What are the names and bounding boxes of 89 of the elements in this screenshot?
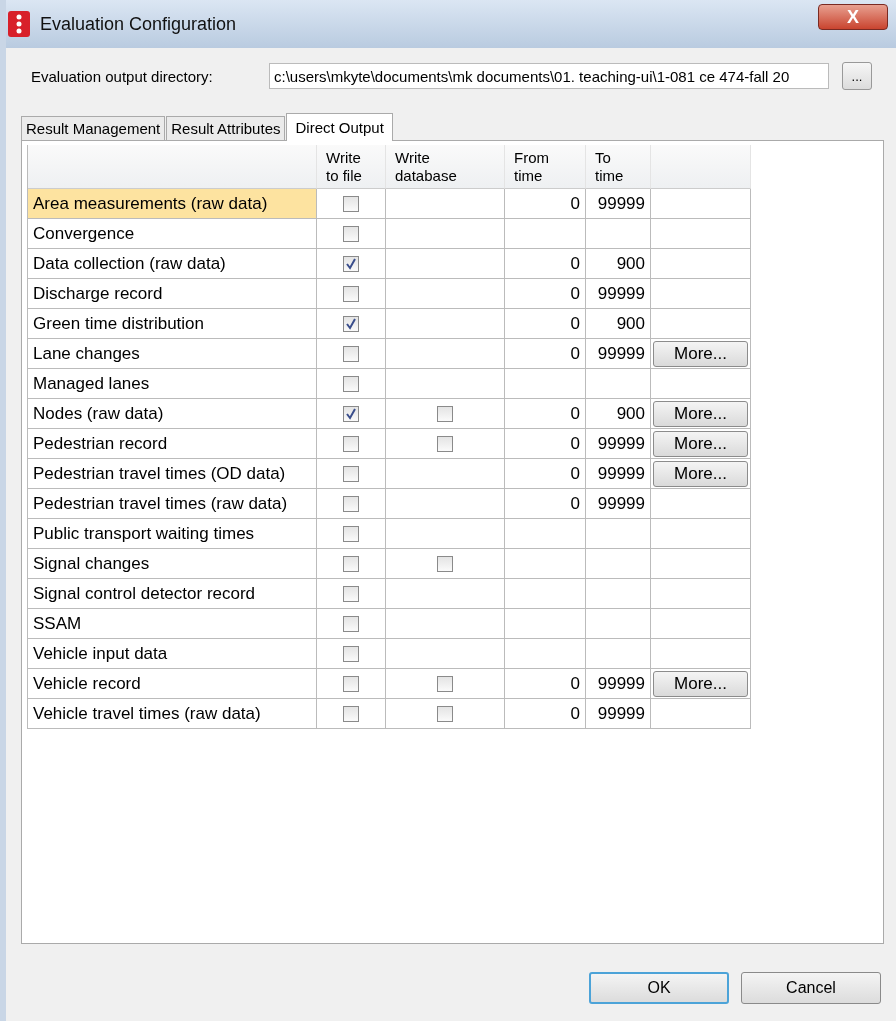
column-header: To time	[586, 145, 651, 189]
more-button[interactable]: More...	[653, 670, 748, 697]
row-name-cell[interactable]: Signal control detector record	[28, 579, 317, 609]
table-cell: 0	[505, 399, 586, 429]
table-cell: 900	[586, 309, 651, 339]
checkbox[interactable]	[343, 645, 359, 662]
row-name-cell[interactable]: Vehicle record	[28, 669, 317, 699]
row-name-cell[interactable]: Signal changes	[28, 549, 317, 579]
tab[interactable]: Direct Output	[286, 113, 393, 141]
row-name-cell[interactable]: Discharge record	[28, 279, 317, 309]
table-cell	[586, 609, 651, 639]
cancel-button[interactable]: Cancel	[741, 972, 881, 1004]
checkbox[interactable]	[437, 435, 453, 452]
row-name-cell[interactable]: Pedestrian record	[28, 429, 317, 459]
checkbox[interactable]	[343, 585, 359, 602]
column-header: From time	[505, 145, 586, 189]
window-title: Evaluation Configuration	[40, 13, 237, 35]
table-cell: 99999	[586, 189, 651, 219]
table-cell: 900	[586, 249, 651, 279]
table-cell: 0	[505, 669, 586, 699]
table-cell: 0	[505, 249, 586, 279]
checkbox[interactable]	[343, 315, 359, 332]
checkbox[interactable]	[343, 525, 359, 542]
table-cell	[586, 219, 651, 249]
checkbox[interactable]	[343, 555, 359, 572]
table-cell: 99999	[586, 459, 651, 489]
tab[interactable]: Result Attributes	[166, 116, 286, 140]
row-name-cell[interactable]: SSAM	[28, 609, 317, 639]
table-cell: 0	[505, 279, 586, 309]
checkbox[interactable]	[343, 405, 359, 422]
checkbox[interactable]	[437, 705, 453, 722]
more-button[interactable]: More...	[653, 460, 748, 487]
table-cell: 99999	[586, 339, 651, 369]
row-name-cell[interactable]: Managed lanes	[28, 369, 317, 399]
output-directory-label: Evaluation output directory:	[30, 67, 214, 85]
checkbox[interactable]	[343, 615, 359, 632]
checkbox[interactable]	[437, 405, 453, 422]
checkbox[interactable]	[343, 435, 359, 452]
checkbox[interactable]	[343, 195, 359, 212]
table-cell: 99999	[586, 489, 651, 519]
checkbox[interactable]	[343, 705, 359, 722]
table-cell: 0	[505, 699, 586, 729]
checkbox[interactable]	[343, 375, 359, 392]
ok-button[interactable]: OK	[589, 972, 729, 1004]
row-name-cell[interactable]: Vehicle travel times (raw data)	[28, 699, 317, 729]
row-name-cell[interactable]: Data collection (raw data)	[28, 249, 317, 279]
table-cell: 99999	[586, 669, 651, 699]
app-icon	[8, 11, 30, 37]
browse-button[interactable]: ...	[842, 62, 872, 90]
checkbox[interactable]	[343, 255, 359, 272]
output-directory-field[interactable]: c:\users\mkyte\documents\mk documents\01. teaching-ui\1-081 ce 474-fall 20	[269, 63, 829, 89]
checkbox[interactable]	[343, 285, 359, 302]
checkbox[interactable]	[343, 465, 359, 482]
table-cell: 0	[505, 489, 586, 519]
table-cell: 99999	[586, 279, 651, 309]
table-cell	[586, 639, 651, 669]
row-name-cell[interactable]: Public transport waiting times	[28, 519, 317, 549]
row-name-cell[interactable]: Vehicle input data	[28, 639, 317, 669]
table-cell	[586, 579, 651, 609]
row-name-cell[interactable]: Lane changes	[28, 339, 317, 369]
table-cell: 0	[505, 429, 586, 459]
more-button[interactable]: More...	[653, 340, 748, 367]
checkbox[interactable]	[343, 675, 359, 692]
row-name-cell[interactable]: Pedestrian travel times (raw data)	[28, 489, 317, 519]
table-cell: 0	[505, 339, 586, 369]
table-cell: 0	[505, 189, 586, 219]
row-name-cell[interactable]: Area measurements (raw data)	[28, 189, 317, 219]
table-cell	[586, 519, 651, 549]
table-cell	[586, 369, 651, 399]
table-cell: 99999	[586, 699, 651, 729]
checkbox[interactable]	[437, 555, 453, 572]
tab[interactable]: Result Management	[21, 116, 166, 140]
more-button[interactable]: More...	[653, 430, 748, 457]
row-name-cell[interactable]: Convergence	[28, 219, 317, 249]
table-cell: 0	[505, 309, 586, 339]
more-button[interactable]: More...	[653, 400, 748, 427]
row-name-cell[interactable]: Pedestrian travel times (OD data)	[28, 459, 317, 489]
checkbox[interactable]	[437, 675, 453, 692]
table-cell: 99999	[586, 429, 651, 459]
row-name-cell[interactable]: Green time distribution	[28, 309, 317, 339]
table-cell: 0	[505, 459, 586, 489]
checkbox[interactable]	[343, 225, 359, 242]
table-cell: 900	[586, 399, 651, 429]
table-cell	[586, 549, 651, 579]
checkbox[interactable]	[343, 345, 359, 362]
row-name-cell[interactable]: Nodes (raw data)	[28, 399, 317, 429]
column-header: Write to file	[317, 145, 386, 189]
checkbox[interactable]	[343, 495, 359, 512]
column-header: Write database	[386, 145, 505, 189]
